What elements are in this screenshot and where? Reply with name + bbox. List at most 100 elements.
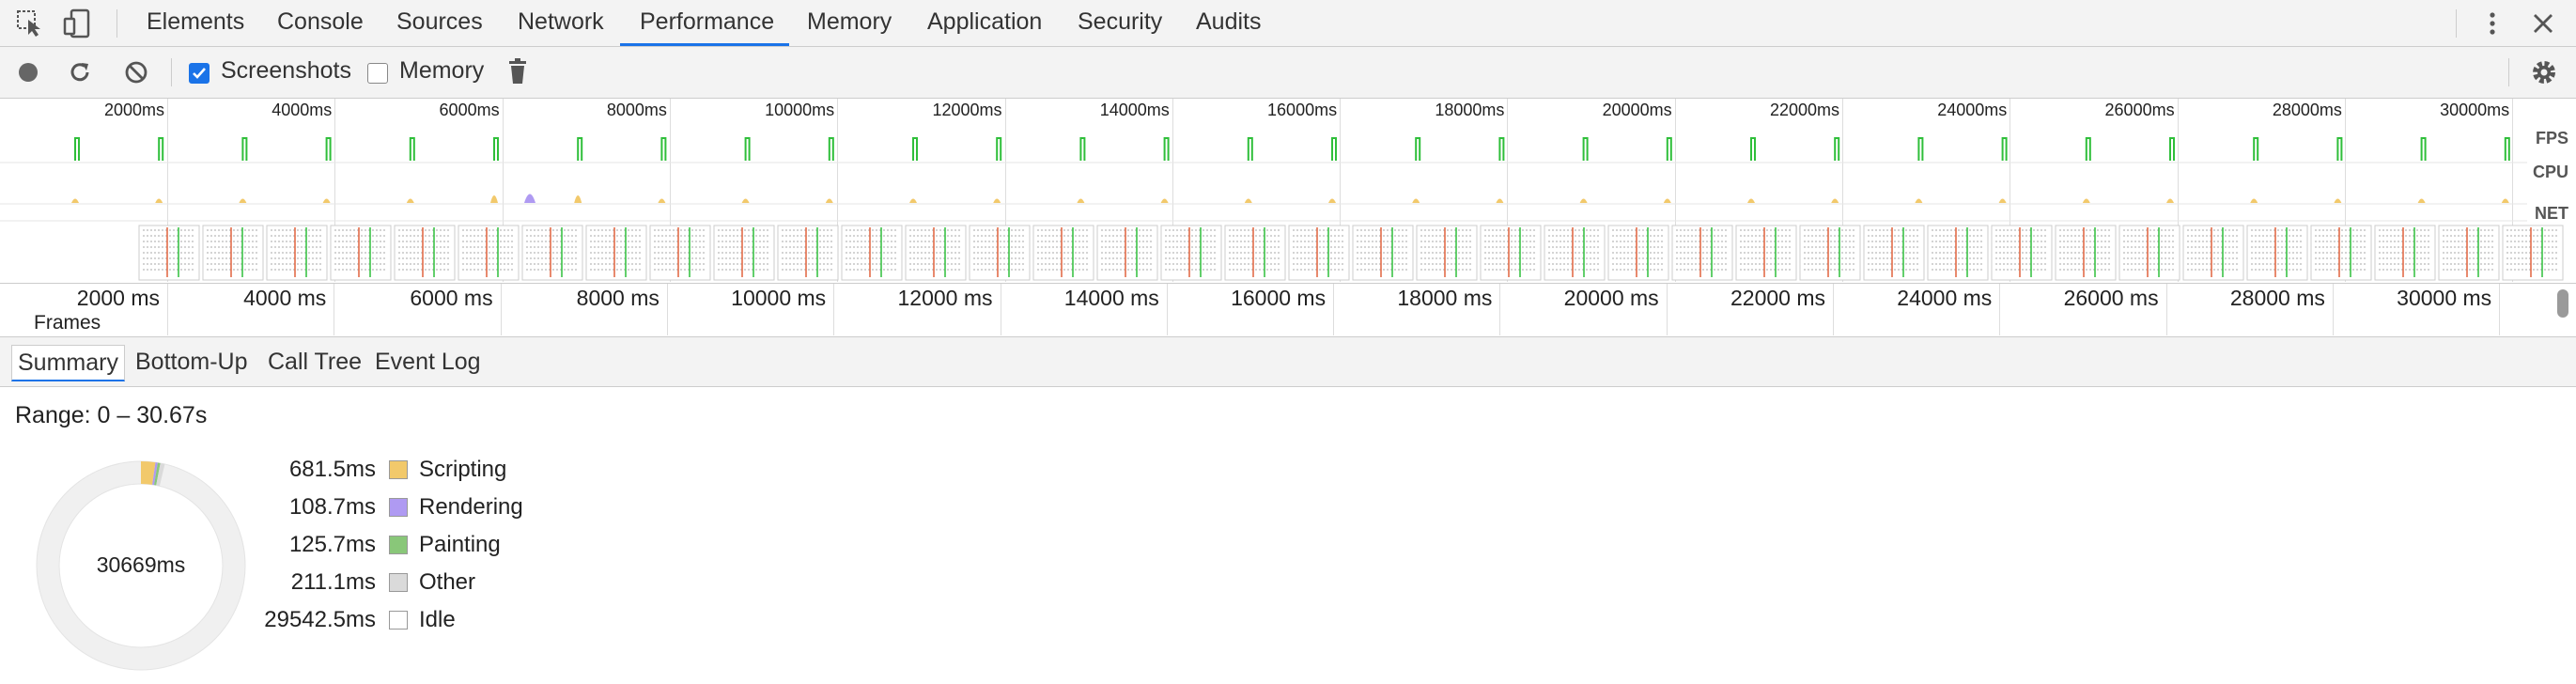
- overview-graphs: [0, 137, 2564, 281]
- donut-segment-other: [156, 462, 165, 487]
- ruler-gridline: [500, 284, 502, 335]
- summary-panel: Range: 0 – 30.67s 30669ms 681.5ms Scripti…: [0, 387, 2576, 684]
- legend-label: Rendering: [419, 494, 523, 520]
- cpu-activity: [2417, 198, 2426, 203]
- legend-label: Painting: [419, 532, 501, 557]
- ruler-tick-label: 16000 ms: [1231, 286, 1327, 310]
- ruler-gridline: [167, 284, 168, 335]
- details-tab-bar: Summary Bottom-Up Call Tree Event Log: [0, 337, 2576, 387]
- device-toolbar-icon[interactable]: [62, 8, 94, 39]
- timeline-overview[interactable]: 2000ms 4000ms 6000ms 8000ms 10000ms 12000ms 14…: [0, 99, 2576, 284]
- cpu-activity: [1915, 198, 1923, 203]
- tab-elements[interactable]: Elements: [147, 0, 244, 46]
- fps-bar: [660, 137, 667, 161]
- fps-bar: [744, 137, 751, 161]
- fps-bar: [1498, 137, 1505, 161]
- record-icon[interactable]: [17, 61, 39, 84]
- timeline-ruler[interactable]: 2000 ms 4000 ms 6000 ms 8000 ms 10000 ms 1200…: [0, 284, 2576, 337]
- ruler-gridline: [666, 284, 668, 335]
- donut-segment-scripting: [140, 461, 156, 485]
- inspect-element-icon[interactable]: [15, 8, 45, 39]
- fps-bar: [1163, 137, 1170, 161]
- fps-bar: [1331, 137, 1337, 161]
- ruler-tick-label: 20000 ms: [1563, 286, 1659, 310]
- tab-summary[interactable]: Summary: [11, 345, 125, 381]
- ruler-gridline: [1833, 284, 1834, 335]
- cpu-activity: [1579, 198, 1588, 203]
- cpu-activity: [993, 198, 1001, 203]
- cpu-activity: [2082, 198, 2090, 203]
- cpu-activity: [825, 198, 833, 203]
- clear-icon[interactable]: [124, 60, 148, 85]
- gear-icon[interactable]: [2530, 58, 2558, 86]
- active-tab-indicator: [620, 43, 789, 46]
- memory-checkbox[interactable]: [367, 63, 388, 84]
- close-icon[interactable]: [2531, 11, 2555, 36]
- legend-value: 108.7ms: [288, 494, 376, 520]
- legend-swatch: [389, 460, 408, 479]
- cpu-activity: [909, 198, 917, 203]
- tab-console[interactable]: Console: [277, 0, 364, 46]
- fps-bar: [996, 137, 1002, 161]
- cpu-activity: [1160, 198, 1169, 203]
- tab-security[interactable]: Security: [1078, 0, 1162, 46]
- tab-audits[interactable]: Audits: [1196, 0, 1261, 46]
- trash-icon[interactable]: [506, 57, 529, 86]
- fps-bar: [158, 137, 164, 161]
- fps-bar: [2169, 137, 2175, 161]
- tab-call-tree[interactable]: Call Tree: [262, 345, 367, 379]
- legend-swatch: [389, 536, 408, 554]
- cpu-activity: [1496, 198, 1504, 203]
- fps-bar: [1834, 137, 1840, 161]
- tab-memory[interactable]: Memory: [807, 0, 892, 46]
- cpu-activity: [2166, 198, 2174, 203]
- cpu-activity: [1998, 198, 2007, 203]
- cpu-activity: [2334, 198, 2342, 203]
- ruler-tick-label: 8000 ms: [576, 286, 660, 310]
- fps-label: FPS: [2535, 129, 2568, 148]
- ruler-tick-label: 26000 ms: [2063, 286, 2159, 310]
- ruler-gridline: [833, 284, 835, 335]
- ruler-tick-label: 22000 ms: [1730, 286, 1825, 310]
- ruler-gridline: [1499, 284, 1501, 335]
- devtools-tab-bar: Elements Console Sources Network Perform…: [0, 0, 2576, 47]
- scrollbar-thumb[interactable]: [2557, 289, 2568, 318]
- tab-network[interactable]: Network: [518, 0, 604, 46]
- legend-value: 681.5ms: [288, 457, 376, 482]
- frames-label: Frames: [34, 312, 101, 334]
- tab-sources[interactable]: Sources: [396, 0, 483, 46]
- screenshots-checkbox[interactable]: [189, 63, 209, 84]
- ruler-gridline: [1666, 284, 1668, 335]
- fps-bar: [1415, 137, 1421, 161]
- fps-bar: [1666, 137, 1672, 161]
- cpu-rendering-activity: [524, 194, 535, 203]
- ruler-tick-label: 2000 ms: [76, 286, 160, 310]
- ruler-tick-label: 18000 ms: [1397, 286, 1493, 310]
- fps-bar: [241, 137, 248, 161]
- tab-bottom-up[interactable]: Bottom-Up: [130, 345, 253, 379]
- range-text: Range: 0 – 30.67s: [15, 402, 208, 428]
- reload-record-icon[interactable]: [68, 60, 92, 85]
- cpu-activity: [1412, 198, 1420, 203]
- fps-bar: [409, 137, 415, 161]
- more-options-icon[interactable]: [2483, 9, 2502, 38]
- legend-label: Idle: [419, 607, 456, 632]
- tab-event-log[interactable]: Event Log: [369, 345, 487, 379]
- cpu-label: CPU: [2532, 163, 2568, 181]
- fps-bar: [2001, 137, 2008, 161]
- fps-bar: [1079, 137, 1086, 161]
- tab-performance[interactable]: Performance: [640, 0, 774, 46]
- performance-toolbar: Screenshots Memory: [0, 47, 2576, 99]
- legend-value: 211.1ms: [290, 569, 376, 595]
- cpu-activity: [1747, 198, 1755, 203]
- cpu-activity: [1077, 198, 1085, 203]
- cpu-activity: [2250, 198, 2258, 203]
- ruler-tick-label: 4000 ms: [243, 286, 327, 310]
- cpu-activity: [658, 198, 666, 203]
- cpu-activity: [1663, 198, 1671, 203]
- tab-application[interactable]: Application: [927, 0, 1042, 46]
- cpu-activity: [741, 198, 750, 203]
- legend-value: 125.7ms: [288, 532, 376, 557]
- ruler-tick-label: 6000 ms: [410, 286, 493, 310]
- legend-swatch: [389, 611, 408, 630]
